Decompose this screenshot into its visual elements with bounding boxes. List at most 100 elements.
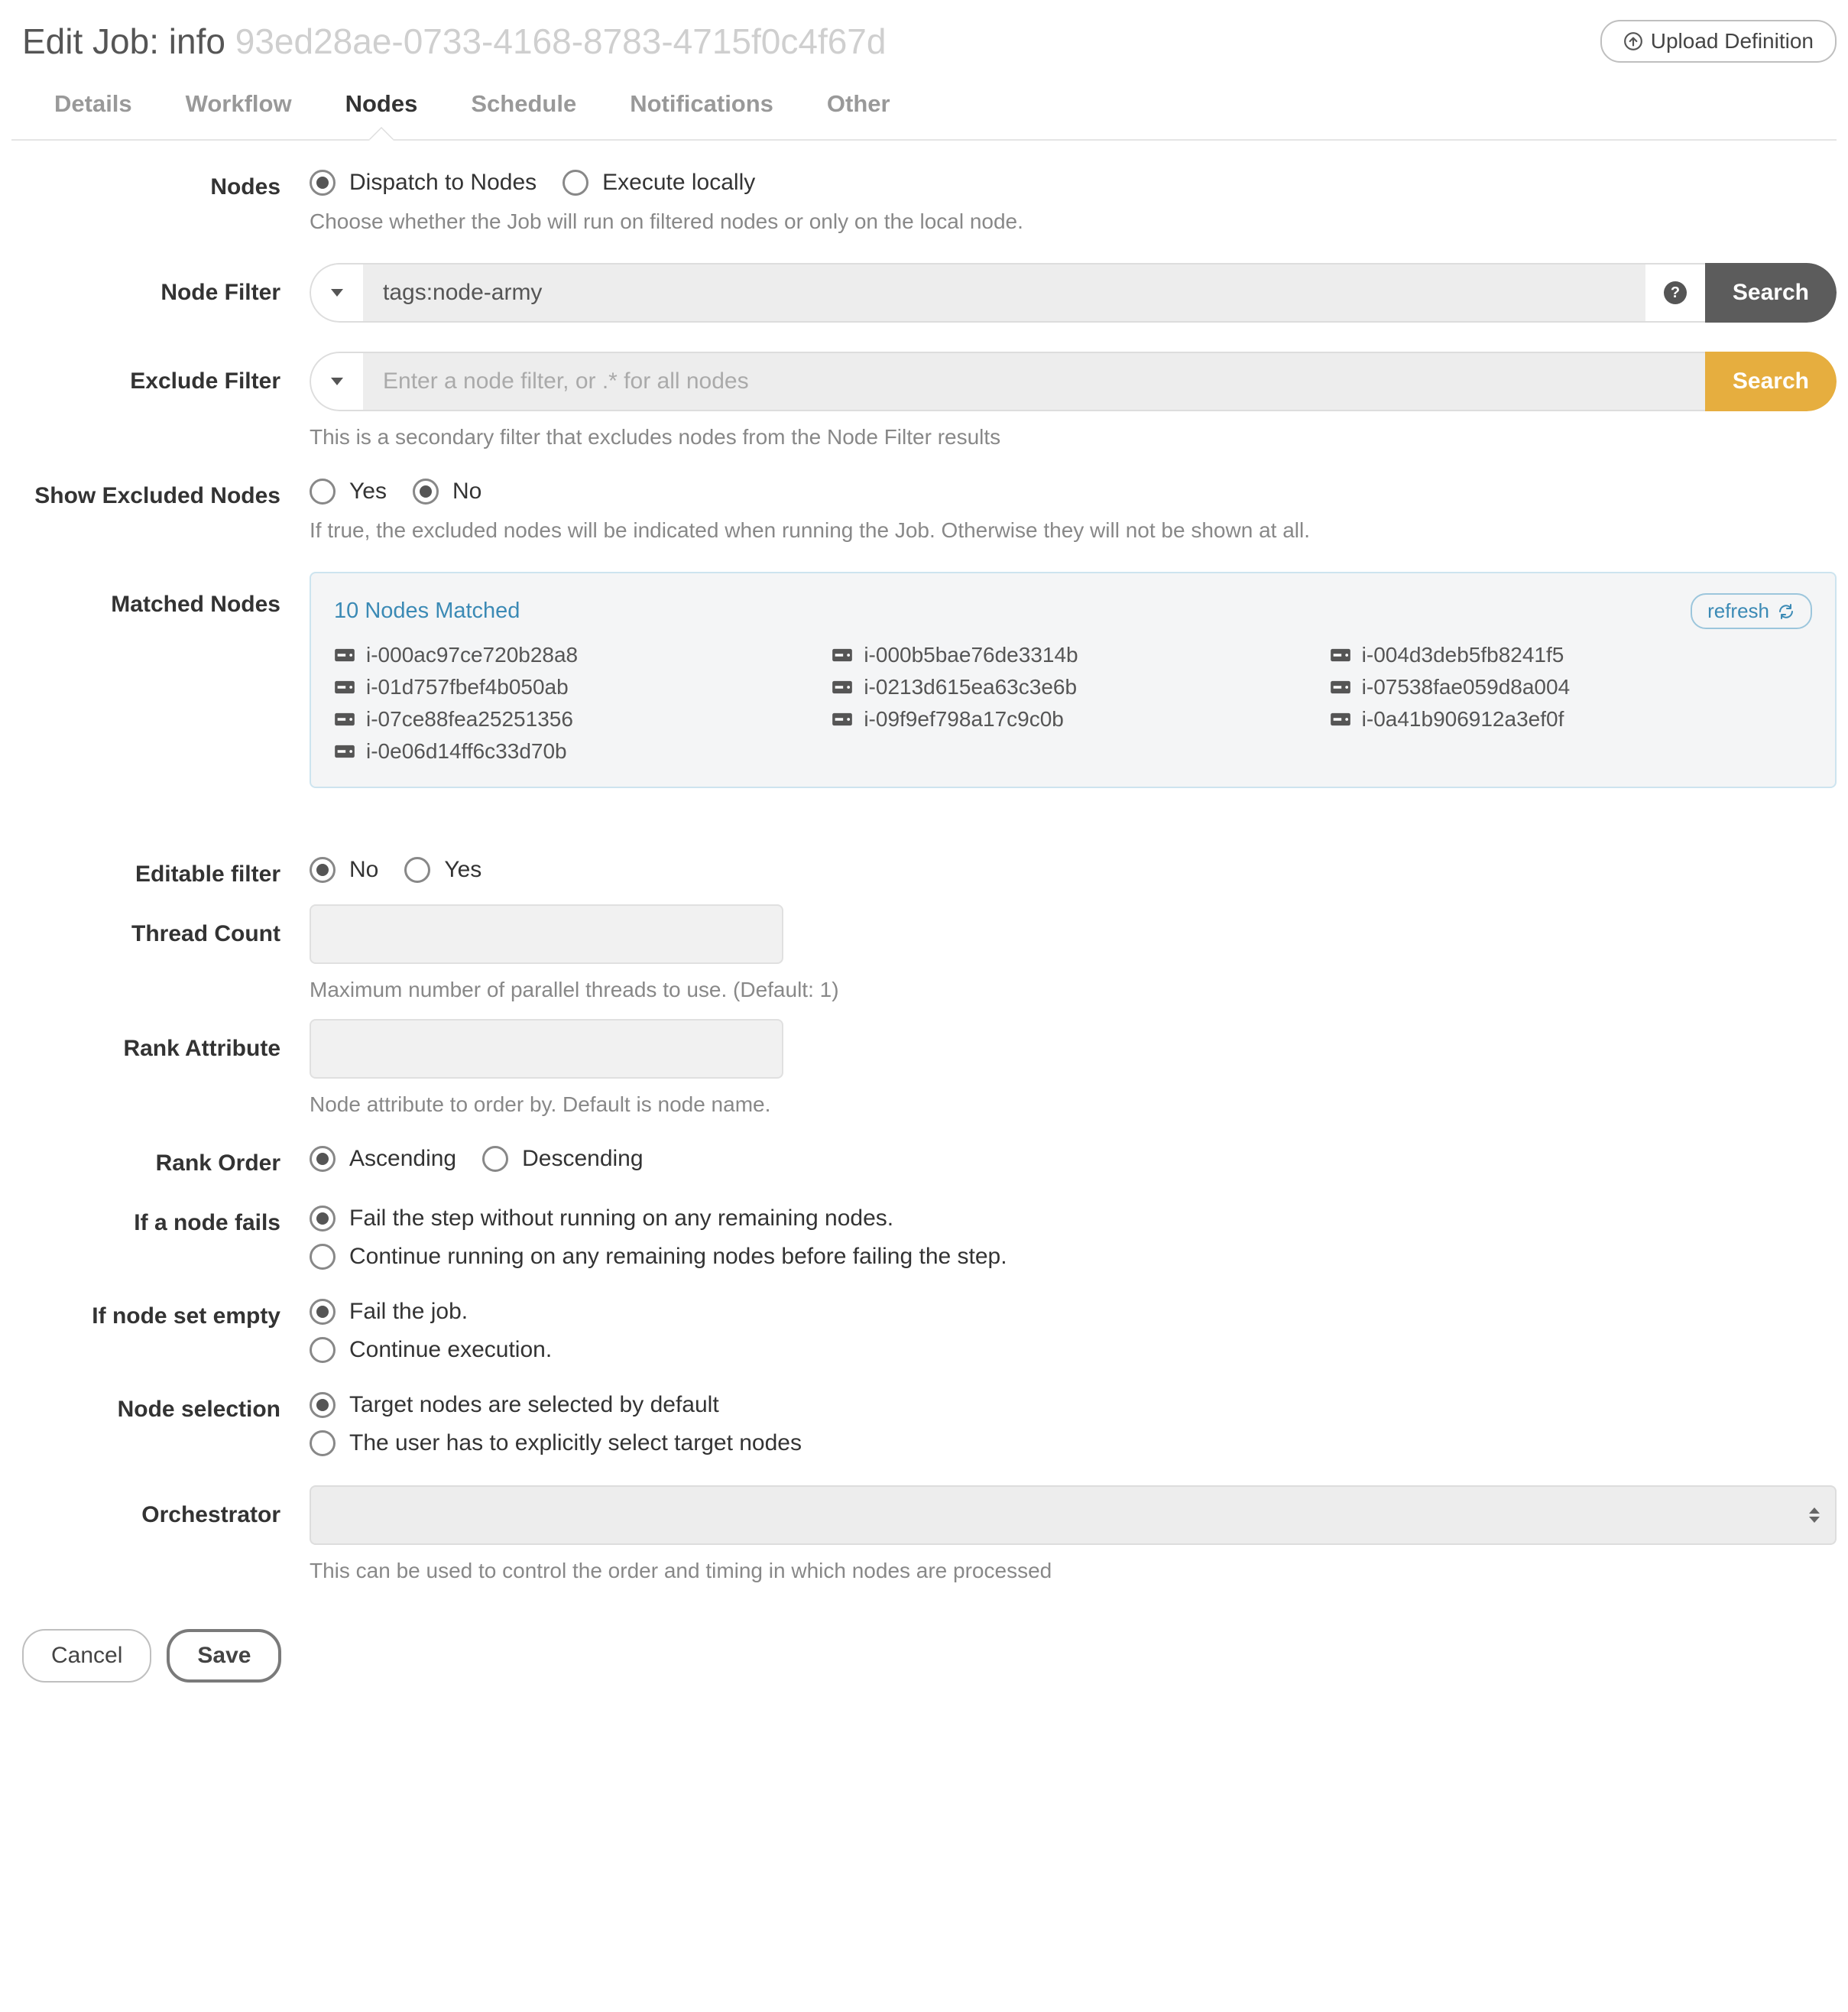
node-filter-help-button[interactable]: ?: [1645, 263, 1705, 323]
radio-label: The user has to explicitly select target…: [349, 1430, 802, 1456]
radio-show-excluded-no[interactable]: No: [413, 479, 481, 505]
radio-dot-icon: [404, 857, 430, 883]
tab-details[interactable]: Details: [47, 76, 140, 139]
radio-label: Fail the step without running on any rem…: [349, 1206, 893, 1232]
radio-dispatch-to-nodes[interactable]: Dispatch to Nodes: [310, 170, 537, 196]
exclude-filter-dropdown-toggle[interactable]: [310, 352, 363, 411]
upload-definition-button[interactable]: Upload Definition: [1600, 20, 1837, 63]
node-id: i-09f9ef798a17c9c0b: [864, 707, 1064, 732]
refresh-label: refresh: [1707, 599, 1769, 623]
radio-dot-icon: [310, 1337, 336, 1363]
matched-node-item[interactable]: i-0a41b906912a3ef0f: [1330, 707, 1812, 732]
help-thread-count: Maximum number of parallel threads to us…: [310, 978, 1837, 1002]
hdd-icon: [334, 647, 355, 663]
radio-dot-icon: [310, 170, 336, 196]
page-header: Edit Job: info 93ed28ae-0733-4168-8783-4…: [11, 15, 1837, 76]
cancel-button[interactable]: Cancel: [22, 1629, 151, 1683]
help-rank-attribute: Node attribute to order by. Default is n…: [310, 1092, 1837, 1117]
node-filter-dropdown-toggle[interactable]: [310, 263, 363, 323]
label-exclude-filter: Exclude Filter: [11, 352, 310, 394]
upload-icon: [1623, 31, 1643, 51]
radio-rank-descending[interactable]: Descending: [482, 1146, 643, 1172]
label-show-excluded: Show Excluded Nodes: [11, 479, 310, 509]
node-id: i-004d3deb5fb8241f5: [1362, 643, 1564, 667]
exclude-filter-input[interactable]: [363, 352, 1705, 411]
radio-target-default[interactable]: Target nodes are selected by default: [310, 1392, 1837, 1418]
hdd-icon: [1330, 712, 1351, 727]
matched-node-item[interactable]: i-07ce88fea25251356: [334, 707, 816, 732]
hdd-icon: [334, 680, 355, 695]
node-id: i-000ac97ce720b28a8: [366, 643, 578, 667]
radio-label: Descending: [522, 1146, 643, 1172]
tab-bar: Details Workflow Nodes Schedule Notifica…: [11, 76, 1837, 141]
radio-label: Yes: [444, 857, 481, 883]
node-filter-input[interactable]: [363, 263, 1645, 323]
matched-node-item: [832, 739, 1314, 764]
tab-nodes[interactable]: Nodes: [338, 76, 426, 139]
radio-fail-step[interactable]: Fail the step without running on any rem…: [310, 1206, 1837, 1232]
radio-editable-no[interactable]: No: [310, 857, 378, 883]
radio-label: No: [452, 479, 481, 505]
footer-actions: Cancel Save: [11, 1583, 1837, 1683]
tab-other[interactable]: Other: [819, 76, 898, 139]
matched-node-item[interactable]: i-07538fae059d8a004: [1330, 675, 1812, 699]
radio-dot-icon: [310, 1392, 336, 1418]
radio-dot-icon: [413, 479, 439, 505]
refresh-icon: [1777, 602, 1795, 621]
save-button[interactable]: Save: [167, 1629, 281, 1683]
radio-rank-ascending[interactable]: Ascending: [310, 1146, 456, 1172]
matched-node-item[interactable]: i-09f9ef798a17c9c0b: [832, 707, 1314, 732]
radio-dot-icon: [563, 170, 588, 196]
radio-label: Continue execution.: [349, 1337, 552, 1363]
help-nodes: Choose whether the Job will run on filte…: [310, 209, 1837, 234]
radio-dot-icon: [310, 479, 336, 505]
tab-notifications[interactable]: Notifications: [622, 76, 781, 139]
node-filter-search-button[interactable]: Search: [1705, 263, 1837, 323]
select-carets-icon: [1809, 1507, 1820, 1523]
radio-fail-job[interactable]: Fail the job.: [310, 1299, 1837, 1325]
matched-node-item[interactable]: i-01d757fbef4b050ab: [334, 675, 816, 699]
radio-label: Continue running on any remaining nodes …: [349, 1244, 1007, 1270]
radio-dot-icon: [310, 1244, 336, 1270]
node-id: i-0e06d14ff6c33d70b: [366, 739, 567, 764]
radio-dot-icon: [310, 1146, 336, 1172]
matched-node-item[interactable]: i-0213d615ea63c3e6b: [832, 675, 1314, 699]
exclude-filter-search-button[interactable]: Search: [1705, 352, 1837, 411]
help-orchestrator: This can be used to control the order an…: [310, 1559, 1837, 1583]
label-nodes: Nodes: [11, 170, 310, 200]
orchestrator-select[interactable]: [310, 1485, 1837, 1545]
radio-label: Yes: [349, 479, 387, 505]
tab-workflow[interactable]: Workflow: [178, 76, 300, 139]
matched-node-item[interactable]: i-000ac97ce720b28a8: [334, 643, 816, 667]
radio-execute-locally[interactable]: Execute locally: [563, 170, 755, 196]
question-icon: ?: [1664, 281, 1687, 304]
tab-schedule[interactable]: Schedule: [463, 76, 584, 139]
radio-continue-execution[interactable]: Continue execution.: [310, 1337, 1837, 1363]
matched-node-item[interactable]: i-0e06d14ff6c33d70b: [334, 739, 816, 764]
matched-nodes-title[interactable]: 10 Nodes Matched: [334, 599, 520, 624]
chevron-down-icon: [331, 289, 343, 297]
label-node-selection: Node selection: [11, 1392, 310, 1423]
label-rank-order: Rank Order: [11, 1146, 310, 1176]
refresh-matched-button[interactable]: refresh: [1691, 593, 1812, 629]
radio-user-select[interactable]: The user has to explicitly select target…: [310, 1430, 1837, 1456]
radio-label: Target nodes are selected by default: [349, 1392, 719, 1418]
hdd-icon: [334, 744, 355, 759]
radio-dot-icon: [310, 857, 336, 883]
thread-count-input[interactable]: [310, 904, 783, 964]
matched-node-item[interactable]: i-004d3deb5fb8241f5: [1330, 643, 1812, 667]
node-id: i-0a41b906912a3ef0f: [1362, 707, 1564, 732]
radio-dot-icon: [310, 1206, 336, 1232]
radio-editable-yes[interactable]: Yes: [404, 857, 481, 883]
label-editable-filter: Editable filter: [11, 857, 310, 888]
label-rank-attribute: Rank Attribute: [11, 1019, 310, 1062]
radio-label: Execute locally: [602, 170, 755, 196]
label-if-node-set-empty: If node set empty: [11, 1299, 310, 1329]
radio-continue-remaining[interactable]: Continue running on any remaining nodes …: [310, 1244, 1837, 1270]
job-uuid: 93ed28ae-0733-4168-8783-4715f0c4f67d: [235, 21, 887, 61]
rank-attribute-input[interactable]: [310, 1019, 783, 1079]
label-thread-count: Thread Count: [11, 904, 310, 947]
radio-show-excluded-yes[interactable]: Yes: [310, 479, 387, 505]
matched-node-item[interactable]: i-000b5bae76de3314b: [832, 643, 1314, 667]
radio-label: Fail the job.: [349, 1299, 468, 1325]
